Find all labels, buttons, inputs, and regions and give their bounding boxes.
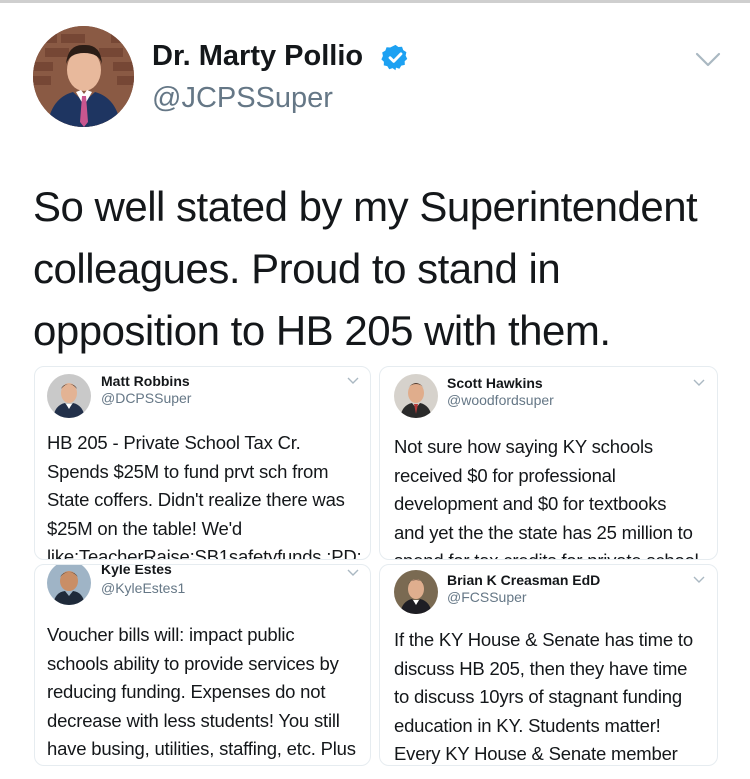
text-line: education in KY. Students matter! <box>394 714 661 736</box>
tweet-text: So well stated by my Superintendent coll… <box>33 176 723 362</box>
embedded-author-name: Brian K Creasman EdD <box>447 572 601 588</box>
embedded-tweet-text: Voucher bills will: impact public school… <box>47 621 356 764</box>
avatar <box>47 565 91 605</box>
author-avatar[interactable] <box>33 26 134 127</box>
text-line: received $0 for professional <box>394 464 616 486</box>
avatar <box>394 374 438 418</box>
text-line: schools ability to provide services by <box>47 652 339 674</box>
chevron-down-icon[interactable] <box>695 51 721 69</box>
text-line: State coffers. Didn't realize there was <box>47 489 345 510</box>
tweet-line: So well stated by my Superintendent <box>33 183 698 230</box>
text-line: Voucher bills will: impact public <box>47 624 295 645</box>
embedded-tweet-text: Not sure how saying KY schools received … <box>394 433 699 559</box>
author-handle[interactable]: @JCPSSuper <box>152 82 333 115</box>
tweet-line: opposition to HB 205 with them. <box>33 307 611 354</box>
text-line: Spends $25M to fund prvt sch from <box>47 460 329 482</box>
avatar <box>394 570 438 614</box>
text-line: HB 205 - Private School Tax Cr. <box>47 432 301 453</box>
embedded-tweet-text: HB 205 - Private School Tax Cr. Spends $… <box>47 429 362 560</box>
tweet-line: colleagues. Proud to stand in <box>33 245 561 292</box>
embedded-tweet-card[interactable]: Scott Hawkins @woodfordsuper Not sure ho… <box>379 366 718 560</box>
text-line: and yet the the state has 25 million to <box>394 521 693 543</box>
text-line: Every KY House & Senate member <box>394 743 678 764</box>
text-line: reducing funding. Expenses do not <box>47 681 326 702</box>
text-line: to discuss 10yrs of stagnant funding <box>394 686 682 707</box>
embedded-author-name: Matt Robbins <box>101 373 190 389</box>
embedded-author-handle: @woodfordsuper <box>447 392 554 408</box>
embedded-author-handle: @KyleEstes1 <box>101 580 186 596</box>
embedded-tweet-card[interactable]: Kyle Estes @KyleEstes1 Voucher bills wil… <box>34 564 371 766</box>
embedded-author-name: Scott Hawkins <box>447 375 543 391</box>
chevron-down-icon <box>693 379 705 386</box>
verified-badge-icon <box>381 44 408 71</box>
chevron-down-icon <box>347 569 359 576</box>
text-line: decrease with less students! You still <box>47 709 340 731</box>
embedded-tweet-text: If the KY House & Senate has time to dis… <box>394 626 693 765</box>
embedded-author-handle: @FCSSuper <box>447 589 527 605</box>
top-divider <box>0 0 750 3</box>
text-line: have busing, utilities, staffing, etc. P… <box>47 738 356 759</box>
text-line: If the KY House & Senate has time to <box>394 629 693 650</box>
text-line: development and $0 for textbooks <box>394 493 667 514</box>
embedded-author-handle: @DCPSSuper <box>101 390 192 406</box>
text-line: $25M on the table! We'd <box>47 517 243 539</box>
embedded-tweet-card[interactable]: Brian K Creasman EdD @FCSSuper If the KY… <box>379 564 718 766</box>
embedded-tweets-image[interactable]: Matt Robbins @DCPSSuper HB 205 - Private… <box>34 366 718 766</box>
text-line: discuss HB 205, then they have time <box>394 657 688 679</box>
author-name[interactable]: Dr. Marty Pollio <box>152 40 363 73</box>
text-line: spend for tax credits for private school <box>394 547 699 559</box>
text-line: like:TeacherRaise;SB1safetyfunds ;PD; <box>47 546 362 560</box>
chevron-down-icon <box>347 377 359 384</box>
embedded-author-name: Kyle Estes <box>101 564 172 577</box>
embedded-tweet-card[interactable]: Matt Robbins @DCPSSuper HB 205 - Private… <box>34 366 371 560</box>
chevron-down-icon <box>693 576 705 583</box>
text-line: Not sure how saying KY schools <box>394 436 653 457</box>
avatar <box>47 374 91 418</box>
